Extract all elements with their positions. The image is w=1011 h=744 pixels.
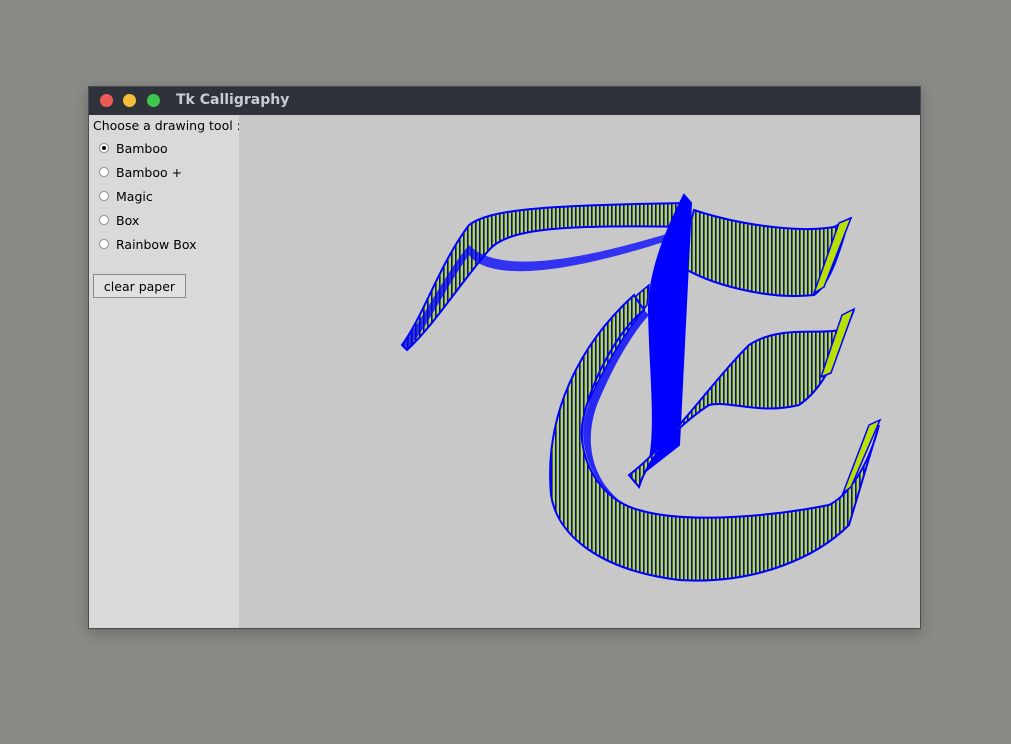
maximize-window-button[interactable]	[147, 94, 160, 107]
clear-paper-button[interactable]: clear paper	[93, 274, 186, 298]
stroke-center-stem	[644, 193, 693, 473]
radio-button[interactable]	[99, 143, 109, 153]
tool-option-label: Magic	[116, 188, 153, 204]
radio-button[interactable]	[99, 167, 109, 177]
radio-button[interactable]	[99, 215, 109, 225]
calligraphy-drawing	[400, 193, 882, 582]
tool-option-label: Bamboo	[116, 140, 168, 156]
tool-option-box[interactable]: Box	[99, 210, 139, 230]
tool-option-rainbow-box[interactable]: Rainbow Box	[99, 234, 196, 254]
drawing-canvas[interactable]	[239, 115, 920, 628]
radio-button[interactable]	[99, 239, 109, 249]
window-title: Tk Calligraphy	[176, 92, 290, 108]
radio-button[interactable]	[99, 191, 109, 201]
tool-option-magic[interactable]: Magic	[99, 186, 153, 206]
app-window: Tk Calligraphy Choose a drawing tool : B…	[88, 86, 921, 629]
close-window-button[interactable]	[100, 94, 113, 107]
tool-panel: Choose a drawing tool : Bamboo Bamboo + …	[89, 115, 241, 628]
title-bar[interactable]: Tk Calligraphy	[89, 87, 920, 115]
tool-prompt-label: Choose a drawing tool :	[93, 118, 241, 133]
tool-option-label: Box	[116, 212, 140, 228]
minimize-window-button[interactable]	[123, 94, 136, 107]
stroke-top-left-arm	[400, 201, 693, 352]
tool-option-bamboo-plus[interactable]: Bamboo +	[99, 162, 182, 182]
tool-option-label: Bamboo +	[116, 164, 183, 180]
tool-option-label: Rainbow Box	[116, 236, 197, 252]
tool-option-bamboo[interactable]: Bamboo	[99, 138, 168, 158]
